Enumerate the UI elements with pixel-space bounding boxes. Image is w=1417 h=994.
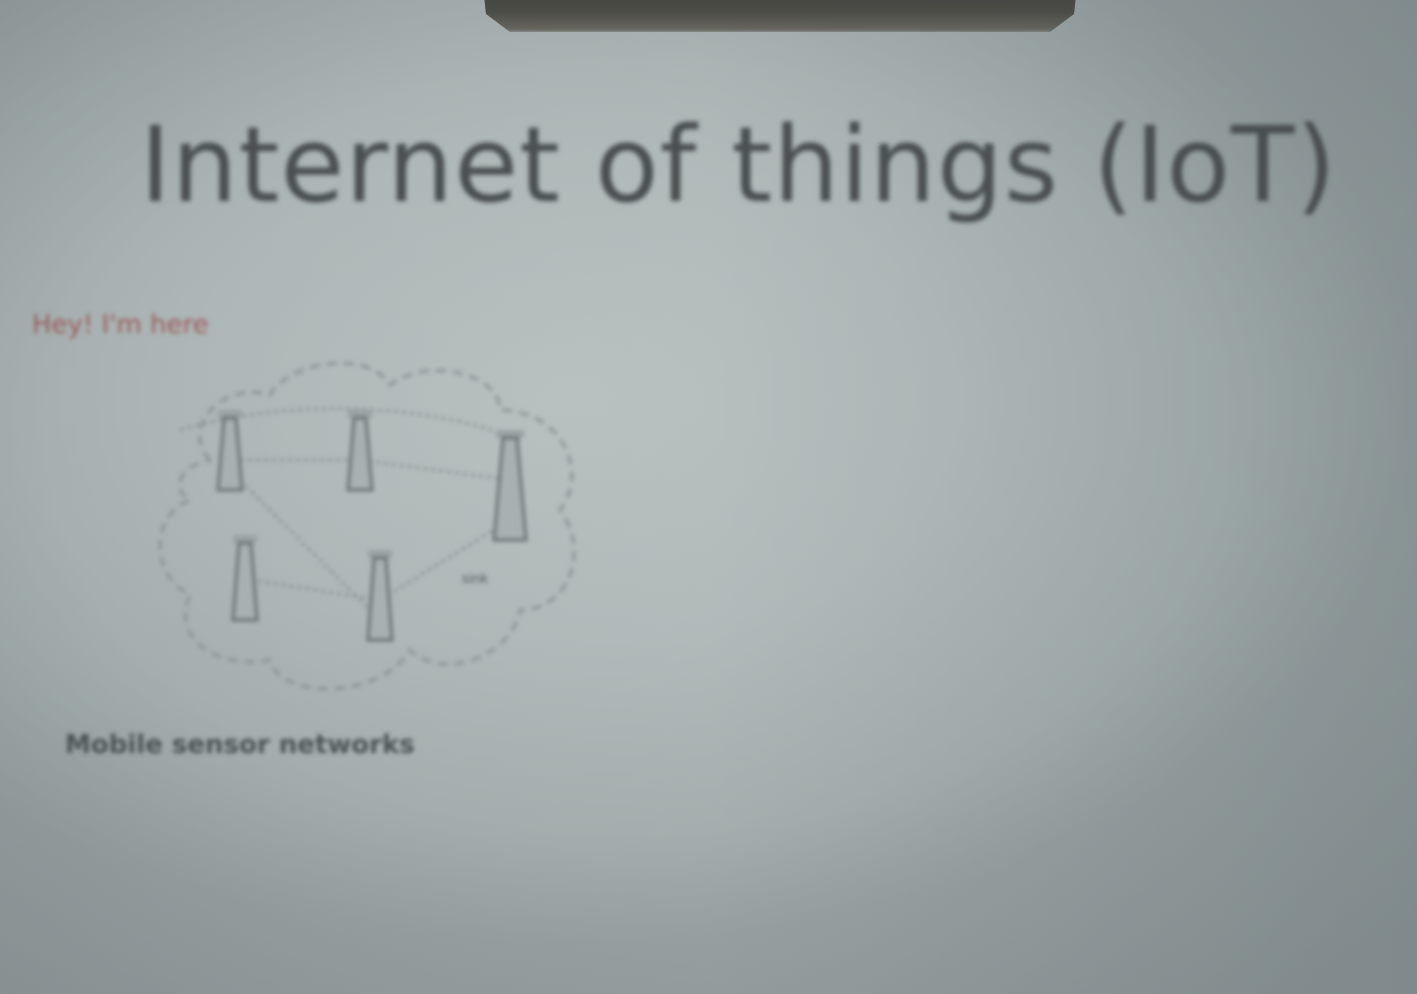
sensor-node-icon (216, 410, 244, 492)
sensor-network-figure: sink (140, 340, 600, 720)
slide-title: Internet of things (IoT) (140, 104, 1338, 226)
sensor-node-icon (366, 550, 394, 642)
figure-caption: Mobile sensor networks (65, 730, 415, 760)
sensor-node-icon (492, 430, 528, 542)
annotation-text: Hey! I'm here (32, 310, 209, 340)
sensor-node-icon (231, 535, 259, 622)
sensor-node-icon (346, 410, 374, 492)
projector-housing (480, 0, 1080, 32)
node-label: sink (462, 572, 489, 587)
